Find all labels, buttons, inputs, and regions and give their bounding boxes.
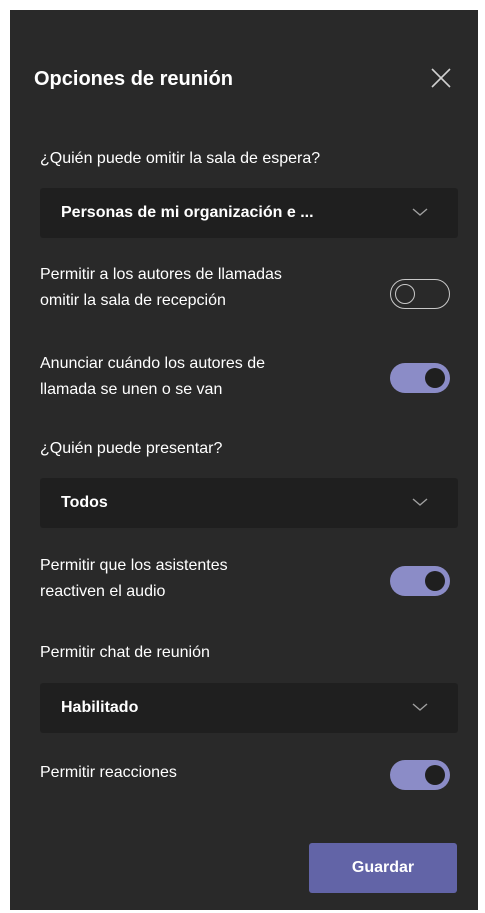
lobby-bypass-label: ¿Quién puede omitir la sala de espera? [40, 150, 321, 167]
meeting-options-panel: Opciones de reunión ¿Quién puede omitir … [10, 10, 478, 910]
reactions-toggle[interactable] [390, 760, 450, 790]
chevron-down-icon [412, 703, 428, 711]
toggle-knob [395, 283, 415, 304]
announce-callers-label-line1: Anunciar cuándo los autores de [40, 355, 266, 372]
reactions-label: Permitir reacciones [40, 764, 177, 781]
callers-bypass-label: Permitir a los autores de llamadas omiti… [40, 262, 282, 314]
presenters-label: ¿Quién puede presentar? [40, 440, 223, 457]
attendee-unmute-label-line1: Permitir que los asistentes [40, 557, 228, 574]
attendee-unmute-label-line2: reactiven el audio [40, 583, 166, 600]
lobby-bypass-select[interactable]: Personas de mi organización e ... [40, 188, 458, 238]
callers-bypass-label-line1: Permitir a los autores de llamadas [40, 266, 282, 283]
announce-callers-label-line2: llamada se unen o se van [40, 381, 223, 398]
callers-bypass-label-line2: omitir la sala de recepción [40, 292, 226, 309]
meeting-chat-select[interactable]: Habilitado [40, 683, 458, 733]
panel-title: Opciones de reunión [34, 68, 233, 90]
toggle-knob [425, 765, 445, 785]
presenters-select[interactable]: Todos [40, 478, 458, 528]
save-button[interactable]: Guardar [309, 843, 457, 893]
meeting-chat-label: Permitir chat de reunión [40, 644, 210, 661]
announce-callers-toggle[interactable] [390, 363, 450, 393]
presenters-value: Todos [61, 494, 108, 511]
attendee-unmute-label: Permitir que los asistentes reactiven el… [40, 553, 228, 605]
chevron-down-icon [412, 498, 428, 506]
toggle-knob [425, 571, 445, 591]
meeting-chat-value: Habilitado [61, 699, 139, 716]
lobby-bypass-value: Personas de mi organización e ... [61, 204, 314, 221]
chevron-down-icon [412, 208, 428, 216]
close-button[interactable] [428, 65, 454, 91]
announce-callers-label: Anunciar cuándo los autores de llamada s… [40, 351, 265, 403]
callers-bypass-toggle[interactable] [390, 279, 450, 309]
close-icon [431, 68, 451, 88]
attendee-unmute-toggle[interactable] [390, 566, 450, 596]
toggle-knob [425, 368, 445, 388]
